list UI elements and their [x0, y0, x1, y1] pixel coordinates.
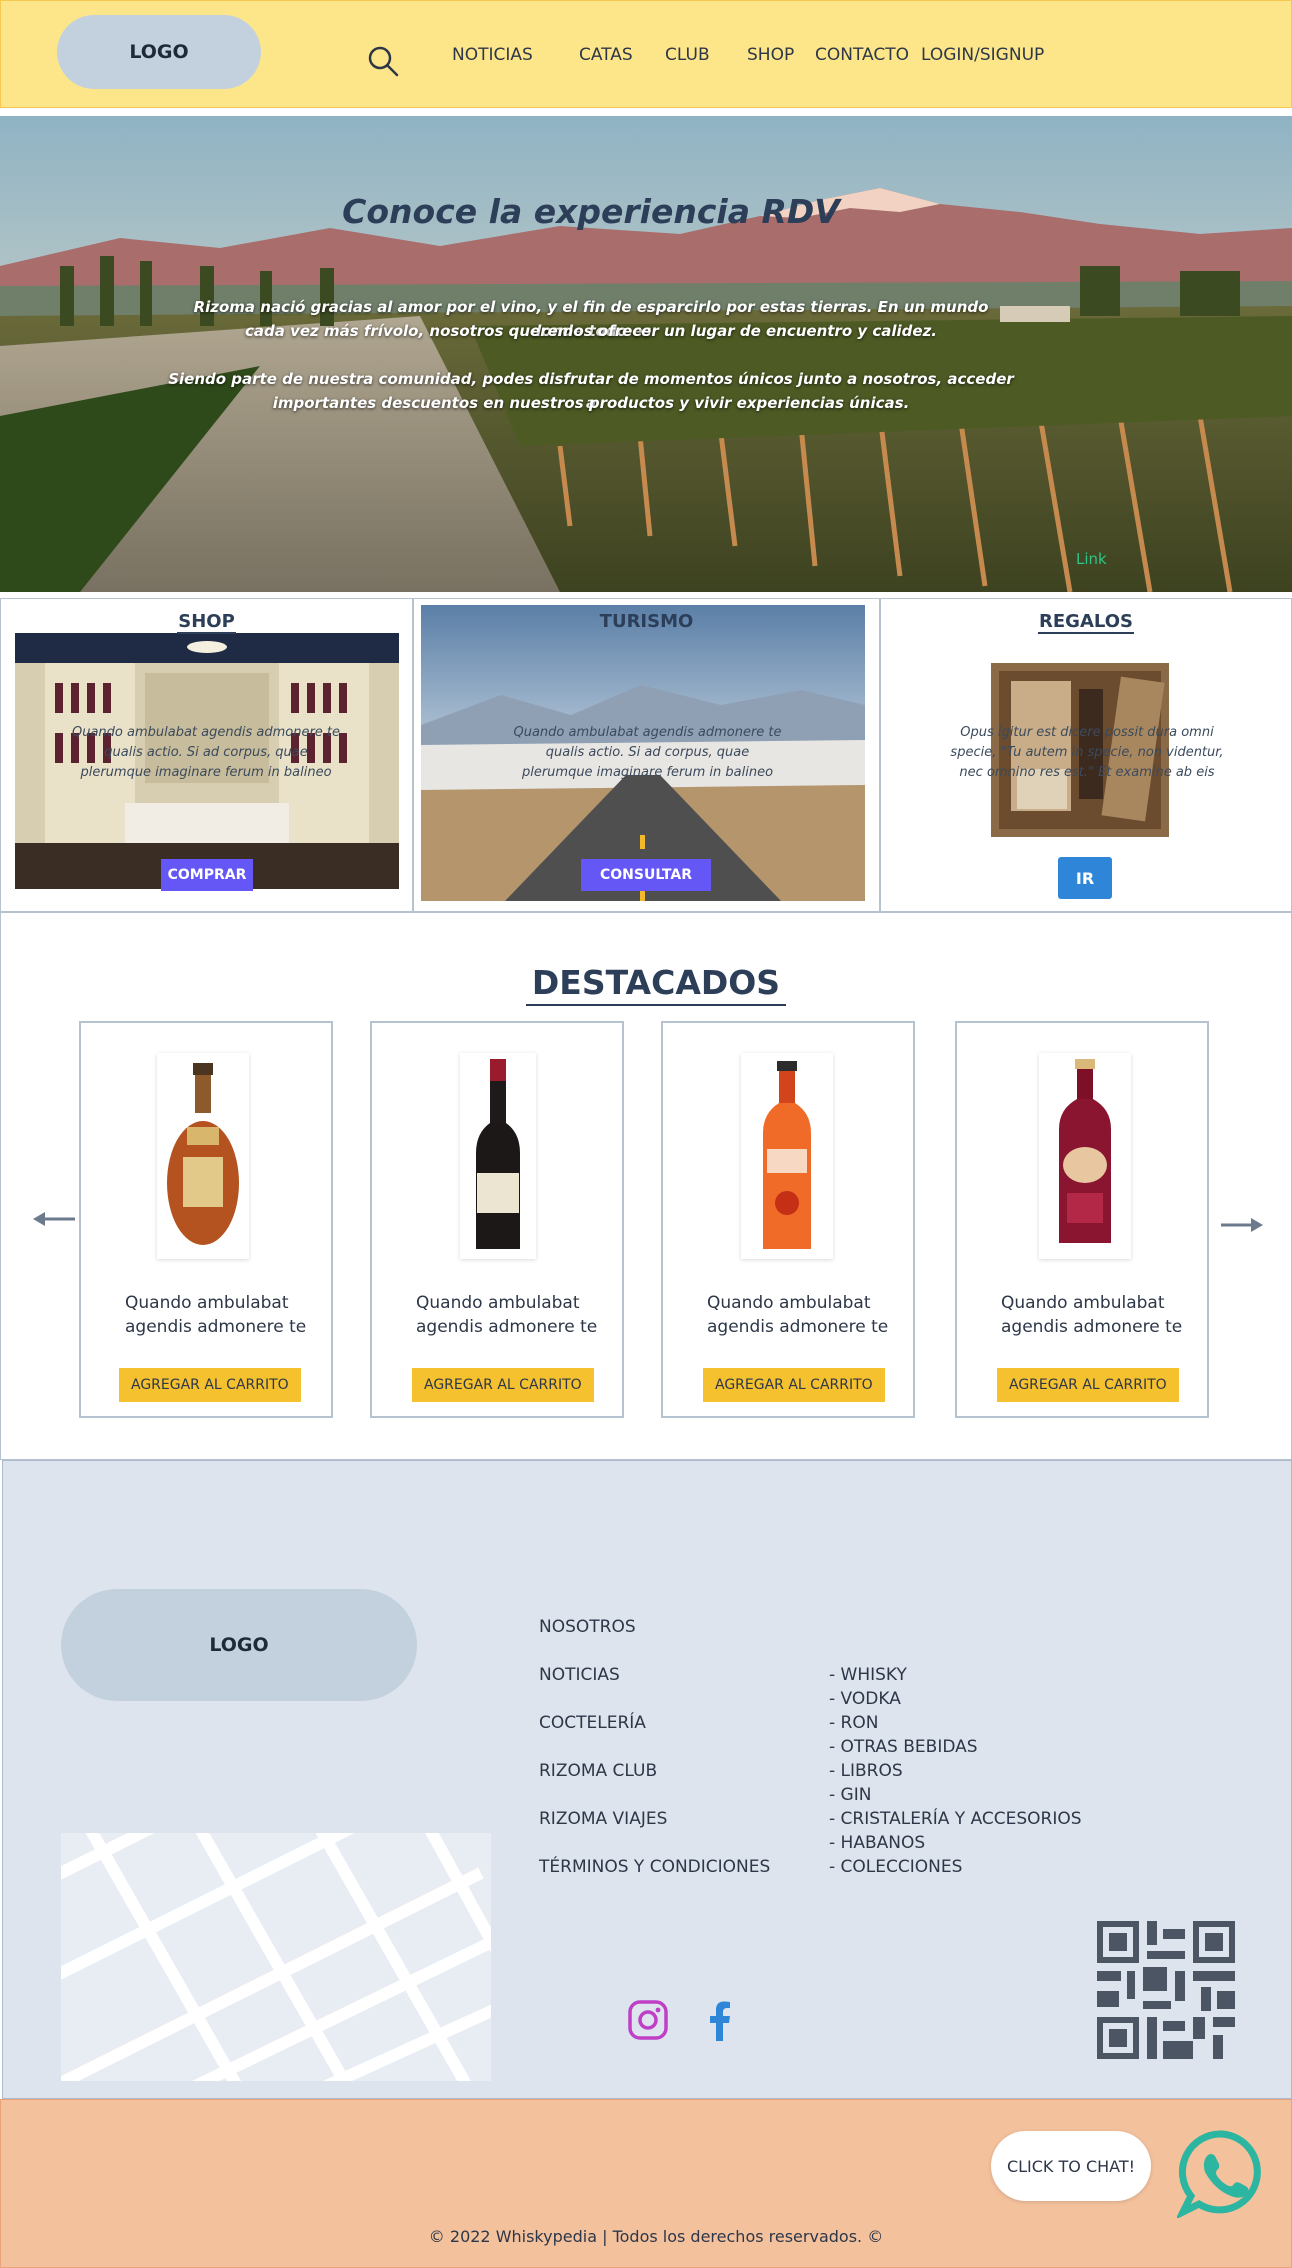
- footer-category-ron[interactable]: - RON: [829, 1713, 878, 1733]
- click-to-chat-button[interactable]: CLICK TO CHAT!: [991, 2131, 1151, 2201]
- footer-category-libros[interactable]: - LIBROS: [829, 1761, 903, 1781]
- ir-button[interactable]: IR: [1058, 857, 1112, 899]
- footer-link-rizoma-club[interactable]: RIZOMA CLUB: [539, 1761, 657, 1781]
- regalos-description-line-2: specie, "Tu autem in specie, non videntu…: [950, 745, 1224, 760]
- hero-title: Conoce la experiencia RDV: [342, 192, 840, 231]
- footer-category-cristaleria[interactable]: - CRISTALERÍA Y ACCESORIOS: [829, 1809, 1082, 1829]
- hero-link[interactable]: Link: [1076, 550, 1107, 568]
- brandy-bottle-image: [157, 1053, 249, 1259]
- arrow-right-icon[interactable]: [1217, 1213, 1265, 1237]
- footer-link-nosotros[interactable]: NOSOTROS: [539, 1617, 636, 1637]
- footer-link-rizoma-viajes[interactable]: RIZOMA VIAJES: [539, 1809, 667, 1829]
- footer-category-habanos[interactable]: - HABANOS: [829, 1833, 925, 1853]
- vineyard-image: [0, 116, 1292, 592]
- add-to-cart-button[interactable]: AGREGAR AL CARRITO: [703, 1368, 885, 1402]
- featured-title: DESTACADOS: [1, 963, 1292, 1006]
- product-card: Quando ambulabat agendis admonere te AGR…: [79, 1021, 333, 1418]
- footer-category-colecciones[interactable]: - COLECCIONES: [829, 1857, 962, 1877]
- product-description: Quando ambulabat agendis admonere te: [1001, 1293, 1183, 1337]
- product-description: Quando ambulabat agendis admonere te: [707, 1293, 889, 1337]
- regalos-description-line-3: nec omnino res est." Et examine ab eis: [959, 765, 1215, 780]
- product-card: Quando ambulabat agendis admonere te AGR…: [955, 1021, 1209, 1418]
- shop-panel: SHOP Quando ambulabat agendis admonere t…: [0, 598, 413, 912]
- copyright-text: © 2022 Whiskypedia | Todos los derechos …: [428, 2227, 884, 2246]
- search-icon[interactable]: [367, 45, 399, 77]
- hero-banner: Conoce la experiencia RDV Rizoma nació g…: [0, 116, 1292, 592]
- footer-link-terminos[interactable]: TÉRMINOS Y CONDICIONES: [539, 1857, 770, 1877]
- qr-code-image: [1097, 1921, 1235, 2059]
- consultar-button[interactable]: CONSULTAR: [581, 859, 711, 891]
- turismo-description-line-3: plerumque imaginare ferum in balineo: [521, 765, 774, 780]
- featured-section: DESTACADOS Quando ambulabat agendis admo…: [0, 912, 1292, 1460]
- product-description: Quando ambulabat agendis admonere te: [416, 1293, 598, 1337]
- instagram-icon[interactable]: [627, 1999, 669, 2041]
- hero-paragraph-1-line-2: cada vez más frívolo, nosotros queremos …: [244, 322, 937, 340]
- shop-description: Quando ambulabat agendis admonere te qua…: [71, 725, 341, 780]
- add-to-cart-button[interactable]: AGREGAR AL CARRITO: [997, 1368, 1179, 1402]
- nav-contacto[interactable]: CONTACTO: [815, 45, 909, 65]
- turismo-description-line-1: Quando ambulabat agendis admonere te: [513, 725, 782, 740]
- bottom-bar: CLICK TO CHAT! © 2022 Whiskypedia | Todo…: [0, 2099, 1292, 2268]
- footer-link-cocteleria[interactable]: COCTELERÍA: [539, 1713, 646, 1733]
- red-gin-bottle-image: [1039, 1053, 1131, 1259]
- comprar-button[interactable]: COMPRAR: [161, 859, 253, 891]
- facebook-icon[interactable]: [699, 1999, 741, 2041]
- nav-noticias[interactable]: NOTICIAS: [452, 45, 533, 65]
- map-image[interactable]: [61, 1833, 491, 2081]
- wine-bottle-image: [460, 1053, 536, 1259]
- arrow-left-icon[interactable]: [31, 1207, 79, 1231]
- footer-category-gin[interactable]: - GIN: [829, 1785, 871, 1805]
- site-footer: LOGO NOSOTROS NOTICIAS COCTELERÍA RIZOMA…: [2, 1460, 1292, 2099]
- turismo-title: TURISMO: [599, 611, 694, 632]
- footer-category-vodka[interactable]: - VODKA: [829, 1689, 901, 1709]
- product-card: Quando ambulabat agendis admonere te AGR…: [661, 1021, 915, 1418]
- footer-category-whisky[interactable]: - WHISKY: [829, 1665, 907, 1685]
- header-logo[interactable]: LOGO: [57, 15, 261, 89]
- shop-title: SHOP: [177, 611, 236, 634]
- add-to-cart-button[interactable]: AGREGAR AL CARRITO: [119, 1368, 301, 1402]
- gin-bottle-image: [741, 1053, 833, 1259]
- product-description: Quando ambulabat agendis admonere te: [125, 1293, 307, 1337]
- add-to-cart-button[interactable]: AGREGAR AL CARRITO: [412, 1368, 594, 1402]
- turismo-panel: TURISMO Quando ambulabat agendis admoner…: [413, 598, 880, 912]
- nav-shop[interactable]: SHOP: [747, 45, 794, 65]
- nav-club[interactable]: CLUB: [665, 45, 710, 65]
- whatsapp-icon[interactable]: [1177, 2128, 1267, 2218]
- site-header: LOGO NOTICIAS CATAS CLUB SHOP CONTACTO L…: [0, 0, 1292, 108]
- nav-catas[interactable]: CATAS: [579, 45, 633, 65]
- hero-paragraph-2-line-2: importantes descuentos en nuestros produ…: [272, 394, 910, 412]
- turismo-description-line-2: qualis actio. Si ad corpus, quae: [545, 745, 750, 760]
- footer-category-otras-bebidas[interactable]: - OTRAS BEBIDAS: [829, 1737, 978, 1757]
- footer-link-noticias[interactable]: NOTICIAS: [539, 1665, 620, 1685]
- regalos-title: REGALOS: [1038, 611, 1134, 634]
- regalos-panel: REGALOS Opus igitur est dicere possit du…: [880, 598, 1292, 912]
- product-card: Quando ambulabat agendis admonere te AGR…: [370, 1021, 624, 1418]
- footer-logo[interactable]: LOGO: [61, 1589, 417, 1701]
- regalos-description-line-1: Opus igitur est dicere possit dura omni: [960, 725, 1214, 740]
- nav-login-signup[interactable]: LOGIN/SIGNUP: [921, 45, 1044, 65]
